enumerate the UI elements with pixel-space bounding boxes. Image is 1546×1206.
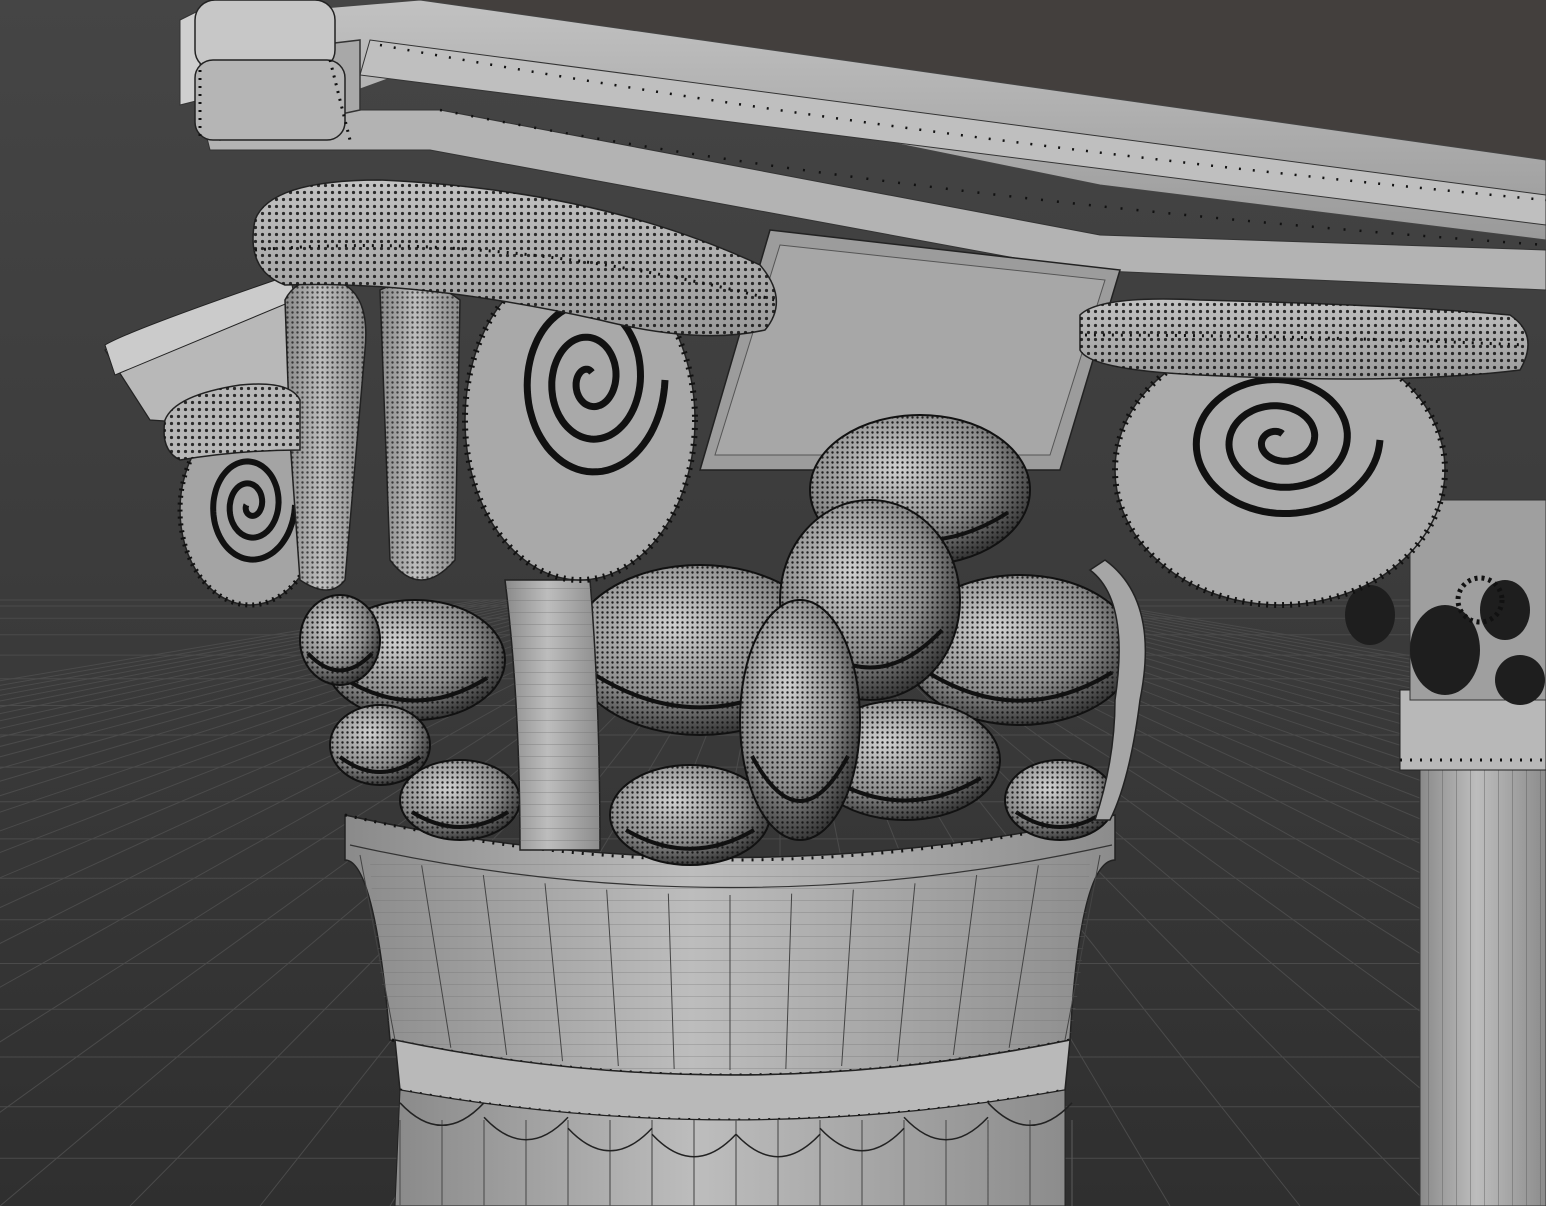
acanthus-leaf: [1004, 759, 1116, 841]
acanthus-leaf: [739, 599, 861, 841]
viewport-canvas[interactable]: [0, 0, 1546, 1206]
acanthus-leaf: [299, 594, 381, 686]
acanthus-leaf: [329, 704, 431, 786]
acanthus-leaf: [609, 764, 771, 866]
3d-viewport[interactable]: [0, 0, 1546, 1206]
